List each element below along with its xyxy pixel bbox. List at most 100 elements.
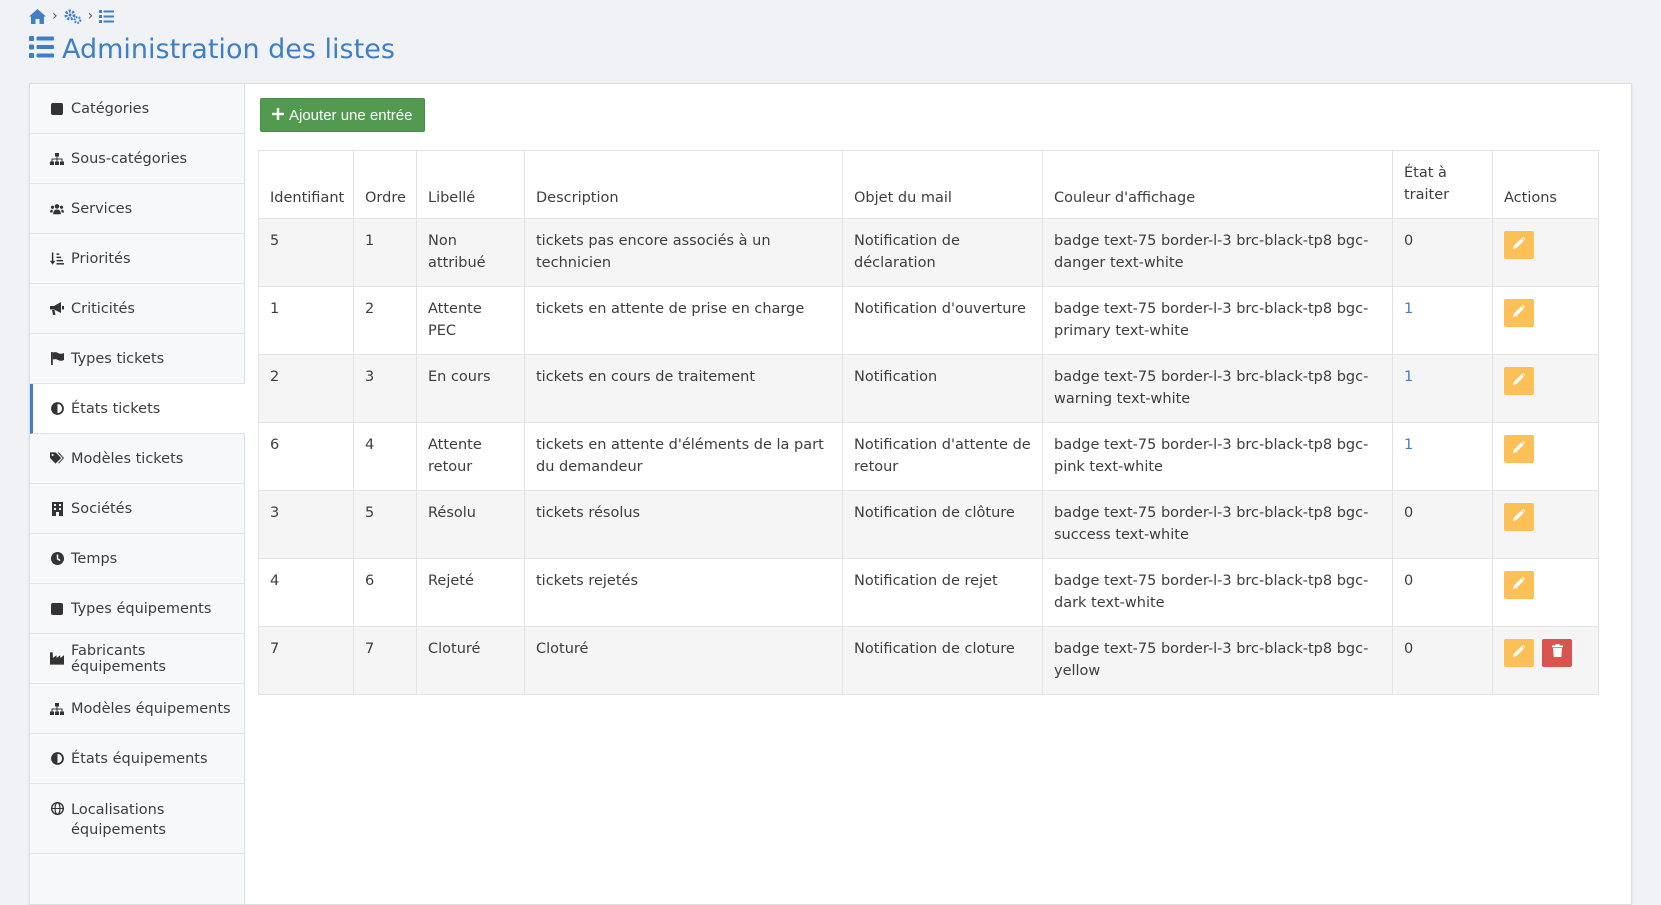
edit-button[interactable]	[1504, 503, 1534, 531]
list-icon[interactable]	[99, 9, 115, 23]
cell-id: 1	[258, 286, 354, 355]
home-icon[interactable]	[29, 8, 46, 24]
cell-id: 4	[258, 558, 354, 627]
column-header[interactable]: Identifiant	[258, 150, 354, 219]
cell-objet: Notification de rejet	[842, 558, 1043, 627]
cell-actions	[1492, 558, 1599, 627]
edit-button[interactable]	[1504, 367, 1534, 395]
sidebar-item-temps[interactable]: Temps	[30, 534, 244, 584]
cell-id: 2	[258, 354, 354, 423]
column-header[interactable]: Libellé	[416, 150, 525, 219]
table-header-row: Identifiant Ordre Libellé Description Ob…	[258, 150, 1599, 219]
cell-description: tickets en attente d'éléments de la part…	[524, 422, 843, 491]
sidebar-item-label: Modèles tickets	[71, 450, 184, 467]
cell-libelle: En cours	[416, 354, 525, 423]
cell-actions	[1492, 490, 1599, 559]
sidebar-item-modeles-equipements[interactable]: Modèles équipements	[30, 684, 244, 734]
square-icon	[50, 602, 64, 615]
cell-libelle: Non attribué	[416, 218, 525, 287]
sidebar-item-etats-equipements[interactable]: États équipements	[30, 734, 244, 784]
cell-actions	[1492, 286, 1599, 355]
cell-libelle: Rejeté	[416, 558, 525, 627]
sidebar-item-etats-tickets[interactable]: États tickets	[30, 384, 245, 434]
edit-button[interactable]	[1504, 231, 1534, 259]
table-row: 4 6 Rejeté tickets rejetés Notification …	[258, 558, 1599, 627]
sidebar-item-criticites[interactable]: Criticités	[30, 284, 244, 334]
industry-icon	[50, 652, 64, 665]
sidebar-item-categories[interactable]: Catégories	[30, 84, 244, 134]
sidebar-item-sous-categories[interactable]: Sous-catégories	[30, 134, 244, 184]
cell-couleur: badge text-75 border-l-3 brc-black-tp8 b…	[1042, 422, 1393, 491]
column-header[interactable]: Couleur d'affichage	[1042, 150, 1393, 219]
states-table: Identifiant Ordre Libellé Description Ob…	[258, 150, 1599, 695]
cell-objet: Notification d'ouverture	[842, 286, 1043, 355]
sidebar-item-label: Priorités	[71, 250, 131, 267]
cell-ordre: 5	[353, 490, 417, 559]
table-row: 5 1 Non attribué tickets pas encore asso…	[258, 218, 1599, 287]
sidebar-item-priorites[interactable]: Priorités	[30, 234, 244, 284]
add-entry-button[interactable]: Ajouter une entrée	[260, 98, 426, 132]
cell-etat: 0	[1392, 490, 1493, 559]
sitemap-icon	[50, 152, 64, 165]
breadcrumb: › ›	[29, 6, 115, 26]
pencil-icon	[1513, 302, 1526, 324]
cell-ordre: 7	[353, 626, 417, 695]
cell-couleur: badge text-75 border-l-3 brc-black-tp8 b…	[1042, 626, 1393, 695]
table-row: 3 5 Résolu tickets résolus Notification …	[258, 490, 1599, 559]
sidebar-item-modeles-tickets[interactable]: Modèles tickets	[30, 434, 244, 484]
cell-libelle: Résolu	[416, 490, 525, 559]
column-header: Actions	[1492, 150, 1599, 219]
column-header[interactable]: État à traiter	[1392, 150, 1493, 219]
sidebar-item-label: Sous-catégories	[71, 150, 188, 167]
cell-objet: Notification	[842, 354, 1043, 423]
pencil-icon	[1513, 506, 1526, 528]
sidebar-item-societes[interactable]: Sociétés	[30, 484, 244, 534]
trash-icon	[1551, 642, 1563, 664]
edit-button[interactable]	[1504, 299, 1534, 327]
bullhorn-icon	[50, 302, 64, 315]
sidebar-item-label: Modèles équipements	[71, 700, 231, 717]
pencil-icon	[1513, 438, 1526, 460]
edit-button[interactable]	[1504, 639, 1534, 667]
sidebar-item-label: Criticités	[71, 300, 135, 317]
delete-button[interactable]	[1542, 639, 1572, 667]
cell-id: 6	[258, 422, 354, 491]
cell-description: tickets en attente de prise en charge	[524, 286, 843, 355]
pencil-icon	[1513, 574, 1526, 596]
cell-description: Cloturé	[524, 626, 843, 695]
cell-description: tickets résolus	[524, 490, 843, 559]
sidebar-item-label: Sociétés	[71, 500, 133, 517]
sidebar-item-label: Localisations équipements	[71, 802, 166, 838]
cell-id: 5	[258, 218, 354, 287]
cell-couleur: badge text-75 border-l-3 brc-black-tp8 b…	[1042, 490, 1393, 559]
sidebar-item-label: États tickets	[71, 400, 161, 417]
adjust-icon	[50, 752, 64, 765]
column-header[interactable]: Ordre	[353, 150, 417, 219]
sidebar-item-fabricants-equipements[interactable]: Fabricants équipements	[30, 634, 244, 684]
sidebar-item-types-equipements[interactable]: Types équipements	[30, 584, 244, 634]
main-panel: Catégories Sous-catégories Services Prio…	[29, 83, 1632, 905]
table-row: 7 7 Cloturé Cloturé Notification de clot…	[258, 626, 1599, 695]
cell-actions	[1492, 354, 1599, 423]
clock-icon	[50, 552, 64, 565]
edit-button[interactable]	[1504, 435, 1534, 463]
table-row: 1 2 Attente PEC tickets en attente de pr…	[258, 286, 1599, 355]
column-header[interactable]: Description	[524, 150, 843, 219]
add-entry-label: Ajouter une entrée	[289, 106, 413, 124]
cell-actions	[1492, 422, 1599, 491]
column-header[interactable]: Objet du mail	[842, 150, 1043, 219]
cell-objet: Notification de déclaration	[842, 218, 1043, 287]
edit-button[interactable]	[1504, 571, 1534, 599]
cogs-icon[interactable]	[64, 9, 82, 24]
cell-ordre: 6	[353, 558, 417, 627]
content-area: Ajouter une entrée Identifiant Ordre Lib…	[258, 98, 1617, 695]
cell-description: tickets rejetés	[524, 558, 843, 627]
sidebar-item-localisations-equipements[interactable]: Localisations équipements	[30, 784, 244, 854]
sidebar-item-services[interactable]: Services	[30, 184, 244, 234]
globe-icon	[50, 802, 64, 815]
sidebar-item-types-tickets[interactable]: Types tickets	[30, 334, 244, 384]
sidebar-item-label: Catégories	[71, 100, 150, 117]
plus-icon	[272, 107, 284, 124]
cell-couleur: badge text-75 border-l-3 brc-black-tp8 b…	[1042, 354, 1393, 423]
cell-id: 3	[258, 490, 354, 559]
